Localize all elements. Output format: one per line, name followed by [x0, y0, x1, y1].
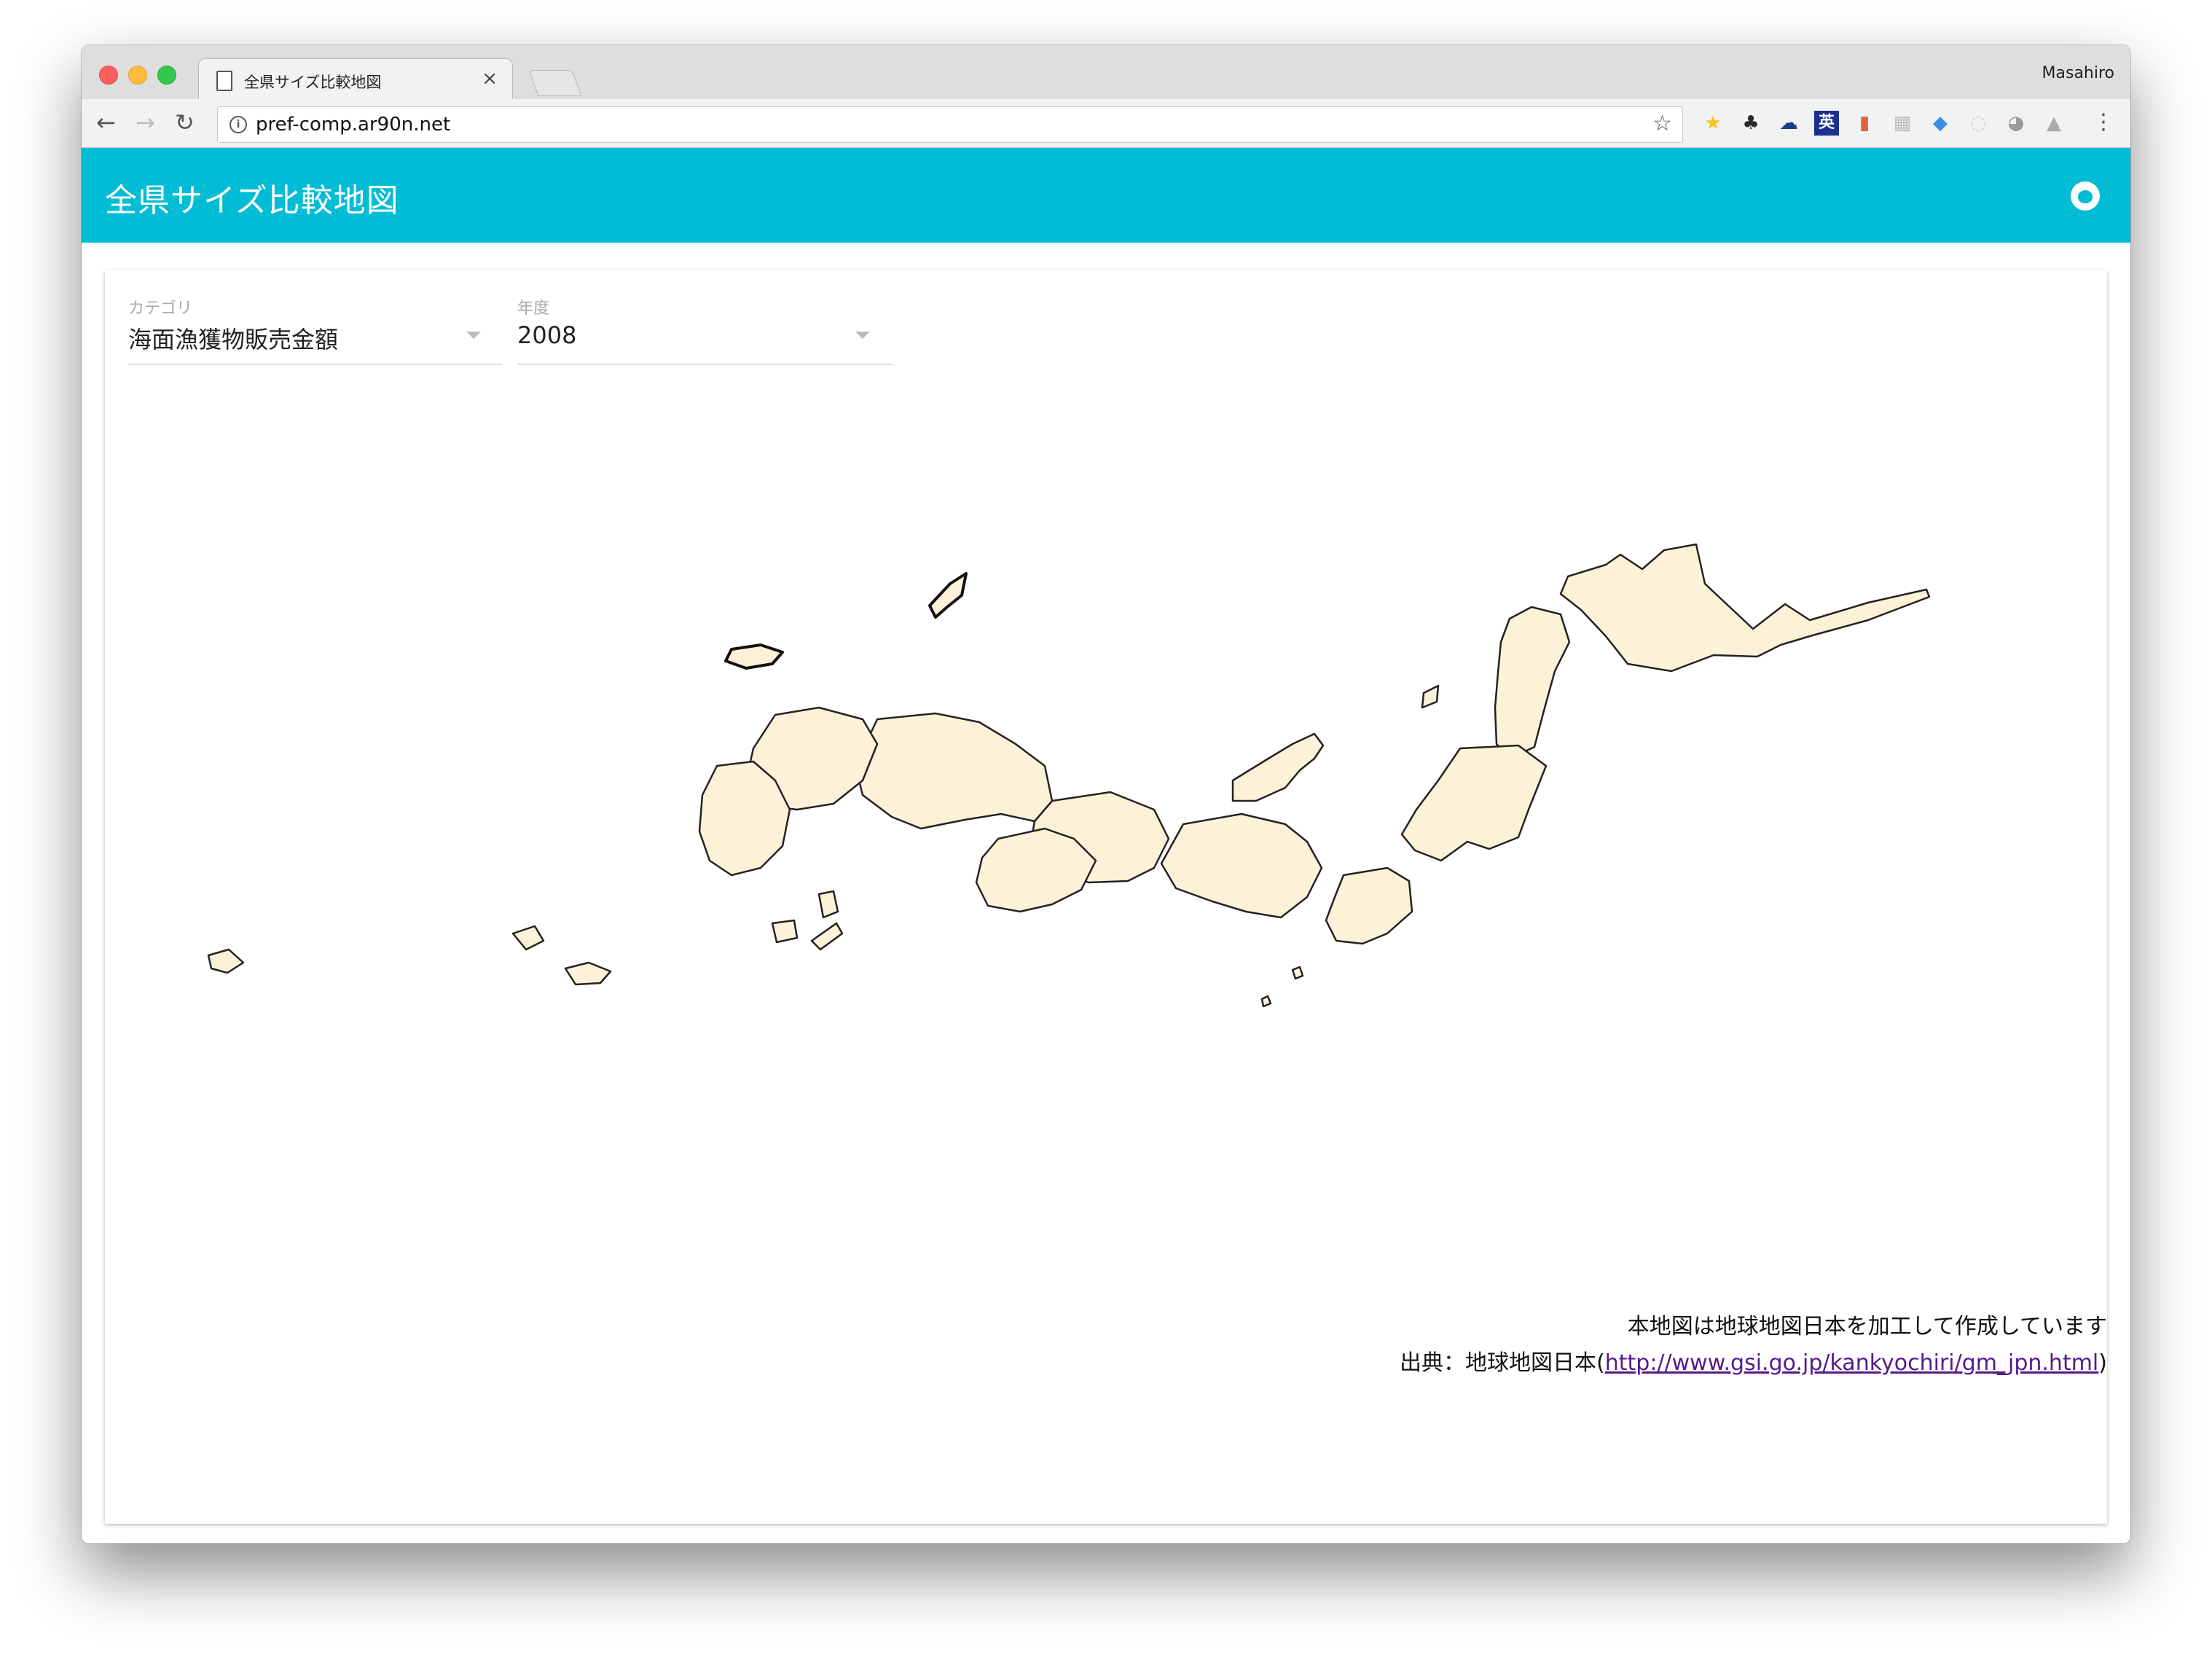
- credit-suffix: ): [2098, 1350, 2107, 1376]
- close-window-button[interactable]: [99, 66, 118, 85]
- credit-line-1: 本地図は地球地図日本を加工して作成しています: [1627, 1314, 2107, 1339]
- app-title: 全県サイズ比較地図: [105, 182, 399, 219]
- profile-name[interactable]: Masahiro: [2042, 64, 2114, 82]
- document-icon: [216, 71, 232, 91]
- prefecture-hokkaido[interactable]: [1559, 543, 1931, 673]
- pocket-icon[interactable]: ◆: [1928, 111, 1953, 136]
- category-value[interactable]: 海面漁獲物販売金額: [128, 321, 338, 355]
- bookmark-star-icon[interactable]: ☆: [1652, 111, 1672, 136]
- island-amami-2[interactable]: [511, 925, 545, 951]
- chevron-down-icon[interactable]: [855, 332, 870, 339]
- back-button[interactable]: ←: [96, 108, 116, 137]
- island-goto[interactable]: [724, 643, 784, 670]
- github-icon[interactable]: [2071, 181, 2100, 211]
- grid-icon[interactable]: ▦: [1890, 111, 1915, 136]
- source-link[interactable]: http://www.gsi.go.jp/kankyochiri/gm_jpn.…: [1605, 1350, 2099, 1376]
- prefecture-kinki[interactable]: [1160, 813, 1323, 919]
- prefecture-chubu[interactable]: [1400, 744, 1548, 862]
- maximize-window-button[interactable]: [157, 66, 176, 85]
- tab-active[interactable]: 全県サイズ比較地図 ×: [198, 58, 513, 101]
- prefecture-west-honshu[interactable]: [854, 712, 1054, 830]
- island-awaji[interactable]: [817, 890, 839, 919]
- category-select[interactable]: カテゴリ 海面漁獲物販売金額: [128, 295, 503, 365]
- new-tab-button[interactable]: [528, 70, 582, 96]
- forward-button[interactable]: →: [136, 108, 155, 137]
- book-icon[interactable]: ▮: [1852, 111, 1877, 136]
- island-tsushima[interactable]: [928, 572, 968, 619]
- evernote-icon[interactable]: ♣: [1738, 111, 1763, 136]
- tab-close-icon[interactable]: ×: [482, 68, 498, 90]
- year-select[interactable]: 年度 2008: [517, 295, 892, 365]
- prefecture-kanto[interactable]: [1325, 866, 1413, 945]
- credit-prefix: 出典：地球地図日本(: [1400, 1350, 1605, 1376]
- tab-strip: 全県サイズ比較地図 × Masahiro: [82, 45, 2130, 101]
- island-amami-1[interactable]: [564, 961, 612, 986]
- browser-toolbar: ← → ↻ i pref-comp.ar90n.net ☆ ★ ♣ ☁ 英 ▮ ▦ ◆ ◌ ◕ ▲…: [82, 99, 2130, 148]
- info-icon[interactable]: i: [230, 116, 247, 133]
- credit-line-2: 出典：地球地図日本(http://www.gsi.go.jp/kankyochi…: [1400, 1344, 2107, 1377]
- circle-icon[interactable]: ◌: [1966, 111, 1991, 136]
- island-hachijo[interactable]: [1260, 995, 1272, 1008]
- browser-window: 全県サイズ比較地図 × Masahiro ← → ↻ i pref-comp.a…: [82, 45, 2130, 1543]
- drive-icon[interactable]: ▲: [2042, 111, 2066, 136]
- app-bar: 全県サイズ比較地図: [82, 148, 2130, 243]
- browser-menu-icon[interactable]: ⋮: [2093, 108, 2114, 137]
- island-sado[interactable]: [1421, 684, 1440, 709]
- year-value[interactable]: 2008: [517, 321, 576, 349]
- url-text[interactable]: pref-comp.ar90n.net: [256, 114, 450, 136]
- globe-icon[interactable]: ◕: [2004, 111, 2028, 136]
- reload-button[interactable]: ↻: [175, 108, 195, 137]
- english-dictionary-icon[interactable]: 英: [1814, 111, 1839, 136]
- cloud-icon[interactable]: ☁: [1776, 111, 1801, 136]
- chevron-down-icon[interactable]: [466, 332, 481, 339]
- star-extension-icon[interactable]: ★: [1701, 111, 1725, 136]
- year-label: 年度: [517, 299, 550, 318]
- prefecture-ishikawa[interactable]: [1231, 732, 1325, 802]
- island-tane[interactable]: [810, 922, 844, 951]
- japan-map[interactable]: [105, 402, 2107, 1436]
- prefecture-tohoku[interactable]: [1494, 606, 1571, 760]
- category-label: カテゴリ: [128, 299, 193, 318]
- main-card: カテゴリ 海面漁獲物販売金額 年度 2008 本地図は地球地図日本を加工して作成…: [105, 270, 2107, 1524]
- minimize-window-button[interactable]: [128, 66, 147, 85]
- tab-title: 全県サイズ比較地図: [244, 74, 382, 91]
- address-bar[interactable]: i pref-comp.ar90n.net ☆: [217, 106, 1683, 143]
- island-miyake[interactable]: [1291, 966, 1304, 980]
- island-yaku[interactable]: [771, 919, 799, 944]
- island-okinawa[interactable]: [207, 948, 245, 974]
